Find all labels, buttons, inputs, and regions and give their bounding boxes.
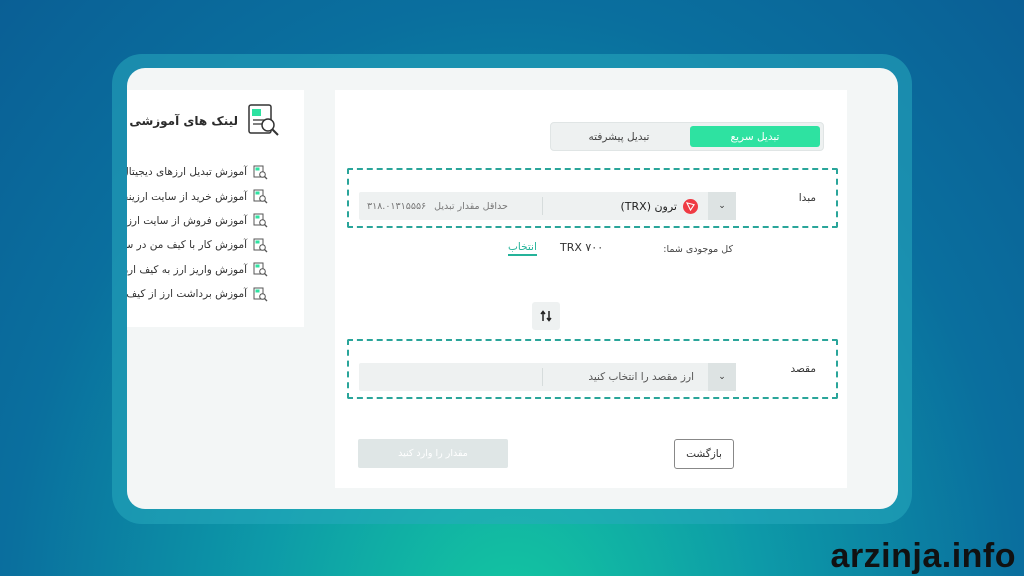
sidebar-header: لینک های آموزشی (129, 103, 282, 139)
tutorial-link-label: آموزش برداشت ارز از کیف ارزینجا (127, 288, 247, 301)
destination-placeholder: ارز مقصد را انتخاب کنید (588, 371, 694, 383)
tutorial-link[interactable]: آموزش واریز ارز به کیف ارزینجا (127, 258, 268, 282)
selected-coin-label: ترون (TRX) (620, 199, 677, 213)
sidebar-title: لینک های آموزشی (129, 114, 238, 128)
select-balance-link[interactable]: انتخاب (508, 241, 537, 256)
document-search-icon (253, 262, 268, 277)
tron-icon (683, 198, 698, 214)
tutorial-link[interactable]: آموزش کار با کیف من در سایت (127, 233, 268, 257)
min-amount-value: ۳۱۸.۰۱۳۱۵۵۵۶ (367, 200, 427, 212)
document-search-icon (253, 287, 268, 302)
chevron-down-icon[interactable]: ⌄ (708, 192, 736, 220)
balance-value: TRX ۷۰۰ (560, 241, 604, 254)
tutorial-link-label: آموزش خرید از سایت ارزینجا (127, 190, 247, 203)
exchange-panel: تبدیل سریع تبدیل پیشرفته مبدا ⌄ ترون (TR… (335, 90, 847, 488)
tutorial-list: آموزش تبدیل ارزهای دیجیتال آموزش خرید از… (127, 160, 268, 306)
swap-arrows-icon (540, 310, 552, 322)
tutorial-link-label: آموزش فروش از سایت ارزینجا (127, 214, 247, 227)
destination-currency-select[interactable]: ⌄ ارز مقصد را انتخاب کنید (359, 363, 736, 391)
tab-advanced-exchange[interactable]: تبدیل پیشرفته (554, 126, 684, 147)
document-search-icon (253, 189, 268, 204)
source-section: مبدا ⌄ ترون (TRX) حداقل مقدار تبدیل ۳۱۸.… (347, 168, 838, 228)
tutorial-link[interactable]: آموزش تبدیل ارزهای دیجیتال (127, 160, 268, 184)
min-amount-label: حداقل مقدار تبدیل (434, 200, 508, 212)
site-watermark: arzinja.info (830, 537, 1016, 575)
source-currency-select[interactable]: ⌄ ترون (TRX) حداقل مقدار تبدیل ۳۱۸.۰۱۳۱۵… (359, 192, 736, 220)
source-label: مبدا (798, 192, 816, 204)
tutorial-link-label: آموزش کار با کیف من در سایت (127, 239, 247, 252)
app-frame: لینک های آموزشی آموزش تبدیل ارزهای دیجیت… (127, 68, 898, 509)
document-search-icon (248, 104, 279, 136)
document-search-icon (253, 238, 268, 253)
enter-amount-button[interactable]: مقدار را وارد کنید (358, 439, 508, 468)
divider (542, 197, 543, 215)
tutorial-link-label: آموزش واریز ارز به کیف ارزینجا (127, 263, 247, 276)
tutorial-link[interactable]: آموزش فروش از سایت ارزینجا (127, 209, 268, 233)
tutorial-link-label: آموزش تبدیل ارزهای دیجیتال (127, 166, 247, 179)
destination-section: مقصد ⌄ ارز مقصد را انتخاب کنید (347, 339, 838, 399)
tutorial-sidebar: لینک های آموزشی آموزش تبدیل ارزهای دیجیت… (127, 90, 304, 327)
balance-label: کل موجودی شما: (663, 244, 733, 255)
destination-label: مقصد (790, 363, 816, 375)
tab-quick-exchange[interactable]: تبدیل سریع (690, 126, 820, 147)
tutorial-link[interactable]: آموزش برداشت ارز از کیف ارزینجا (127, 282, 268, 306)
document-search-icon (253, 165, 268, 180)
selected-coin: ترون (TRX) (620, 192, 698, 220)
document-search-icon (253, 213, 268, 228)
min-amount-info: حداقل مقدار تبدیل ۳۱۸.۰۱۳۱۵۵۵۶ (367, 192, 508, 220)
chevron-down-icon[interactable]: ⌄ (708, 363, 736, 391)
exchange-tabs: تبدیل سریع تبدیل پیشرفته (550, 122, 824, 151)
divider (542, 368, 543, 386)
tutorial-link[interactable]: آموزش خرید از سایت ارزینجا (127, 184, 268, 208)
swap-button[interactable] (532, 302, 560, 330)
back-button[interactable]: بازگشت (674, 439, 734, 469)
